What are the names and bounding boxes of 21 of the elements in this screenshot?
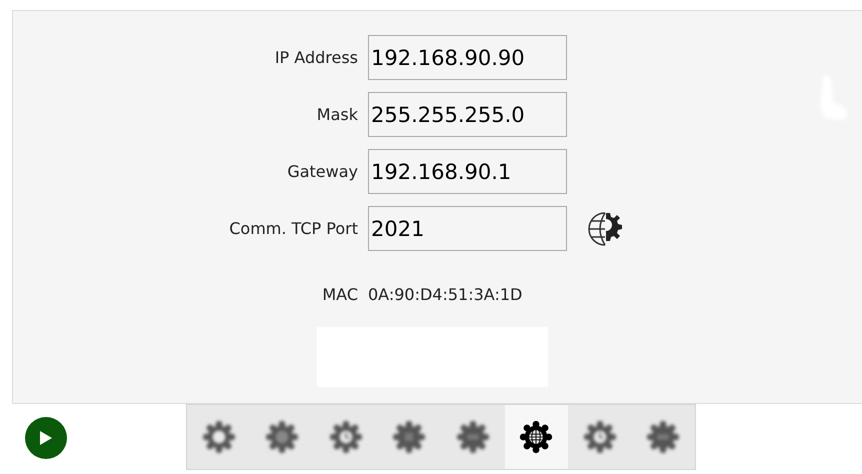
play-button[interactable] bbox=[25, 417, 67, 459]
gear-icon bbox=[456, 420, 490, 454]
input-field[interactable]: 255.255.255.0 bbox=[368, 92, 567, 137]
gear-icon bbox=[519, 420, 554, 454]
gear-icon bbox=[392, 420, 426, 454]
input-field[interactable]: 2021 bbox=[368, 206, 567, 251]
input-field[interactable]: 192.168.90.90 bbox=[368, 35, 567, 80]
field-label: IP Address bbox=[274, 46, 359, 68]
gear-icon bbox=[202, 420, 236, 454]
tab[interactable] bbox=[504, 405, 568, 469]
input-field[interactable]: 192.168.90.1 bbox=[368, 149, 567, 194]
field-label: Mask bbox=[316, 104, 359, 126]
gear-icon bbox=[265, 420, 300, 454]
gear-icon bbox=[328, 420, 363, 454]
field-label: Gateway bbox=[286, 160, 359, 182]
gear-icon bbox=[646, 420, 680, 454]
gear-icon bbox=[582, 420, 617, 454]
field-label: Comm. TCP Port bbox=[228, 218, 359, 240]
play-icon bbox=[39, 430, 53, 446]
mac-label: MAC bbox=[321, 284, 359, 306]
mac-value: 0A:90:D4:51:3A:1D bbox=[368, 284, 522, 306]
